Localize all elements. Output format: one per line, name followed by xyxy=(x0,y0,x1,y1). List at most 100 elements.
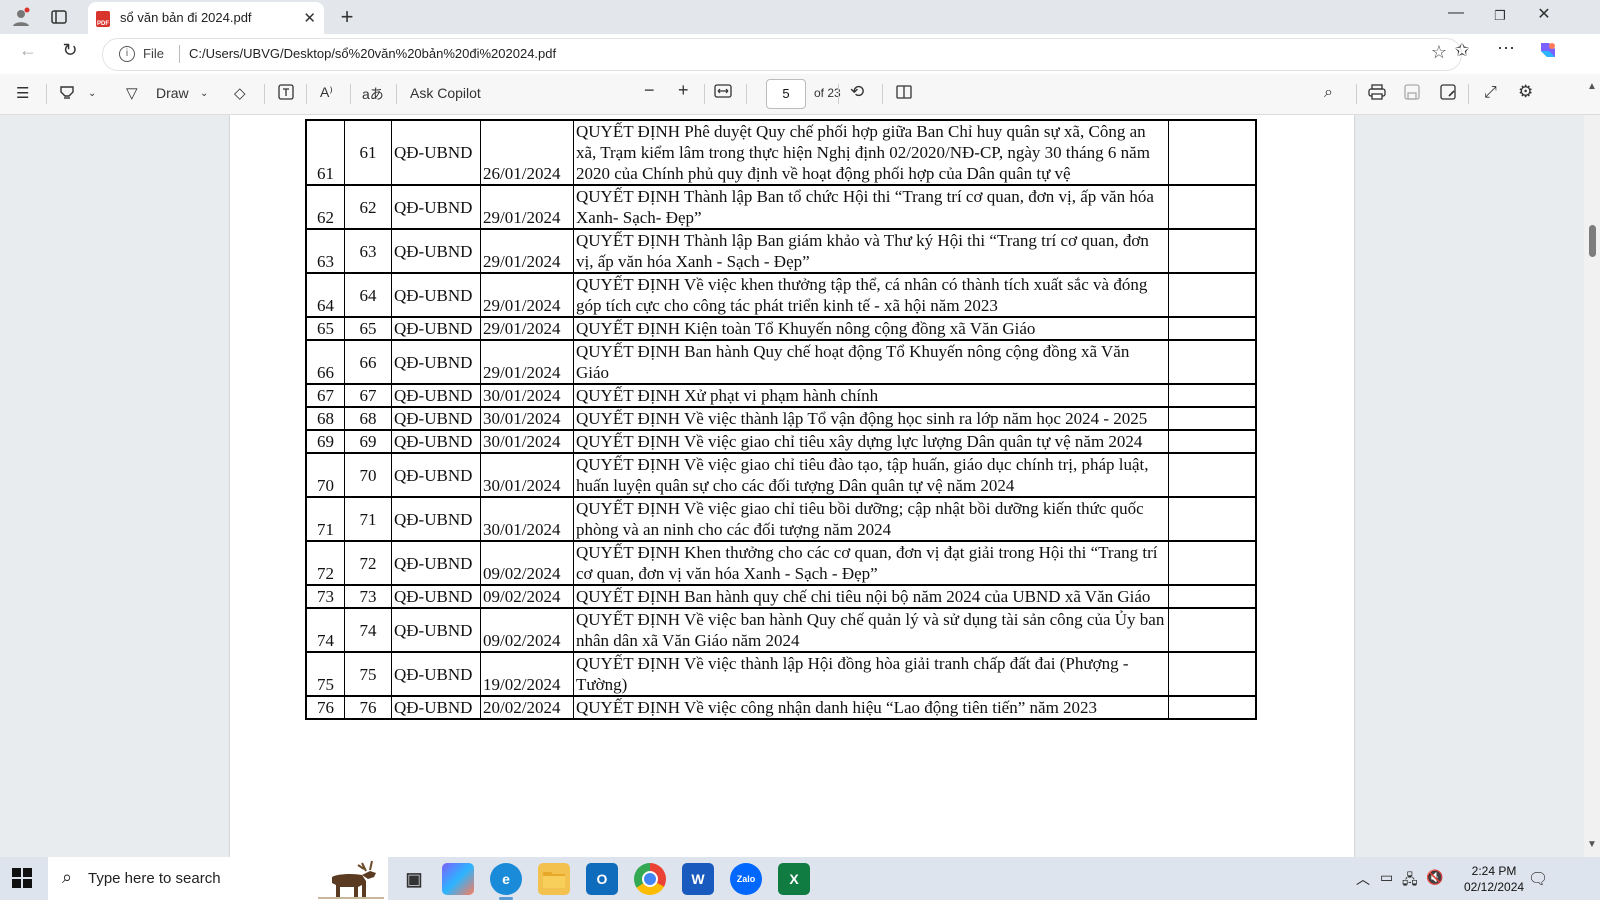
edge-app-icon[interactable]: e xyxy=(490,863,522,895)
save-icon[interactable] xyxy=(1404,84,1420,104)
document-date: 09/02/2024 xyxy=(480,540,574,586)
document-summary: QUYẾT ĐỊNH Ban hành quy chế chi tiêu nội… xyxy=(573,584,1169,609)
contents-list-icon[interactable]: ☰ xyxy=(16,84,29,102)
notes-cell xyxy=(1168,316,1257,341)
table-row: 72 72 QĐ-UBND 09/02/2024 QUYẾT ĐỊNH Khen thư… xyxy=(305,540,1257,586)
zoom-out-icon[interactable]: − xyxy=(644,80,655,101)
row-index: 63 xyxy=(305,228,345,274)
pdf-viewer[interactable]: 61 61 QĐ-UBND 26/01/2024 QUYẾT ĐỊNH Phê duyệ… xyxy=(0,115,1584,857)
new-tab-button[interactable]: + xyxy=(334,4,360,30)
favorites-icon[interactable]: ✩ xyxy=(1448,40,1476,61)
copilot-icon[interactable] xyxy=(1534,39,1562,66)
page-number-input[interactable]: 5 xyxy=(766,79,806,109)
volume-muted-icon[interactable]: 🔇 xyxy=(1426,869,1443,886)
notes-cell xyxy=(1168,119,1257,186)
title-bar: PDF sổ văn bản đi 2024.pdf ✕ + — ❐ ✕ xyxy=(0,0,1600,34)
vertical-scrollbar[interactable]: ▲ ▼ xyxy=(1584,81,1600,857)
taskbar: ⌕ Type here to search ▣ e O W Zalo X ︿ ▭… xyxy=(0,857,1600,900)
notes-cell xyxy=(1168,406,1257,431)
notes-cell xyxy=(1168,452,1257,498)
favorite-star-icon[interactable]: ☆ xyxy=(1431,42,1447,63)
page-view-icon[interactable] xyxy=(896,84,912,104)
scrollbar-thumb[interactable] xyxy=(1589,225,1596,257)
url-text[interactable]: C:/Users/UBVG/Desktop/sổ%20văn%20bản%20đ… xyxy=(189,46,556,61)
table-row: 66 66 QĐ-UBND 29/01/2024 QUYẾT ĐỊNH Ban hành… xyxy=(305,339,1257,385)
show-hidden-icons-chevron-icon[interactable]: ︿ xyxy=(1356,869,1370,889)
draw-button[interactable]: Draw xyxy=(156,85,189,101)
translate-icon[interactable]: aあ xyxy=(362,84,384,104)
search-icon[interactable]: ⌕ xyxy=(1324,84,1333,102)
windows-start-icon[interactable] xyxy=(12,868,32,888)
file-explorer-icon[interactable] xyxy=(538,863,570,895)
document-number: 67 xyxy=(344,383,392,408)
table-row: 67 67 QĐ-UBND 30/01/2024 QUYẾT ĐỊNH Xử phạt … xyxy=(305,383,1257,408)
document-type: QĐ-UBND xyxy=(391,119,481,186)
network-icon[interactable]: 🖧 xyxy=(1402,869,1418,893)
tab-pdf[interactable]: PDF sổ văn bản đi 2024.pdf ✕ xyxy=(88,2,324,34)
search-placeholder: Type here to search xyxy=(88,870,221,887)
eraser-icon[interactable]: ◇ xyxy=(234,84,246,102)
document-type: QĐ-UBND xyxy=(391,695,481,720)
row-index: 61 xyxy=(305,119,345,186)
info-icon[interactable]: i xyxy=(119,46,135,62)
back-arrow-icon[interactable]: ← xyxy=(14,40,42,61)
document-date: 30/01/2024 xyxy=(480,406,574,431)
document-number: 73 xyxy=(344,584,392,609)
toolbar-divider xyxy=(746,84,747,104)
scroll-up-arrow-icon[interactable]: ▲ xyxy=(1587,81,1597,92)
row-index: 76 xyxy=(305,695,345,720)
address-bar[interactable]: i File C:/Users/UBVG/Desktop/sổ%20văn%20… xyxy=(102,38,1462,71)
table-row: 76 76 QĐ-UBND 20/02/2024 QUYẾT ĐỊNH Về việc … xyxy=(305,695,1257,720)
scroll-down-arrow-icon[interactable]: ▼ xyxy=(1587,839,1597,850)
print-icon[interactable] xyxy=(1368,84,1386,104)
rotate-icon[interactable]: ⟲ xyxy=(850,82,864,102)
document-number: 63 xyxy=(344,228,392,274)
toolbar-divider xyxy=(306,84,307,104)
system-clock[interactable]: 2:24 PM 02/12/2024 xyxy=(1464,863,1524,895)
ask-copilot-button[interactable]: Ask Copilot xyxy=(410,85,481,101)
highlight-dropdown-icon[interactable]: ⌄ xyxy=(88,88,96,99)
read-aloud-icon[interactable]: A⁾ xyxy=(320,84,333,101)
close-tab-icon[interactable]: ✕ xyxy=(303,9,316,27)
profile-icon[interactable] xyxy=(8,5,34,29)
draw-icon[interactable]: ▽ xyxy=(126,84,138,102)
taskbar-search-box[interactable]: ⌕ Type here to search xyxy=(48,857,388,900)
documents-table: 61 61 QĐ-UBND 26/01/2024 QUYẾT ĐỊNH Phê duyệ… xyxy=(305,119,1257,720)
row-index: 73 xyxy=(305,584,345,609)
document-number: 66 xyxy=(344,339,392,385)
settings-gear-icon[interactable]: ⚙ xyxy=(1518,82,1533,102)
toolbar-divider xyxy=(46,84,47,104)
document-date: 26/01/2024 xyxy=(480,119,574,186)
refresh-icon[interactable]: ↻ xyxy=(56,40,84,61)
excel-app-icon[interactable]: X xyxy=(778,863,810,895)
minimize-button[interactable]: — xyxy=(1436,4,1476,22)
save-as-icon[interactable] xyxy=(1440,84,1456,104)
document-number: 76 xyxy=(344,695,392,720)
close-window-button[interactable]: ✕ xyxy=(1524,4,1564,24)
zoom-in-icon[interactable]: + xyxy=(678,80,689,101)
restore-button[interactable]: ❐ xyxy=(1480,8,1520,24)
highlight-icon[interactable] xyxy=(58,84,76,104)
fit-width-icon[interactable] xyxy=(714,84,732,102)
text-box-icon[interactable] xyxy=(278,84,294,104)
task-view-icon[interactable]: ▣ xyxy=(398,863,430,895)
document-summary: QUYẾT ĐỊNH Khen thưởng cho các cơ quan, … xyxy=(573,540,1169,586)
table-row: 61 61 QĐ-UBND 26/01/2024 QUYẾT ĐỊNH Phê duyệ… xyxy=(305,119,1257,186)
device-icon[interactable]: ▭ xyxy=(1380,869,1393,886)
tab-actions-icon[interactable] xyxy=(46,5,72,29)
document-summary: QUYẾT ĐỊNH Ban hành Quy chế hoạt động Tổ… xyxy=(573,339,1169,385)
notifications-icon[interactable]: 🗨 xyxy=(1528,869,1548,889)
document-summary: QUYẾT ĐỊNH Về việc công nhận danh hiệu “… xyxy=(573,695,1169,720)
more-menu-icon[interactable]: ⋯ xyxy=(1492,38,1520,59)
draw-dropdown-icon[interactable]: ⌄ xyxy=(200,88,208,99)
document-date: 09/02/2024 xyxy=(480,584,574,609)
zalo-app-icon[interactable]: Zalo xyxy=(730,863,762,895)
document-summary: QUYẾT ĐỊNH Về việc thành lập Tổ vận động… xyxy=(573,406,1169,431)
word-app-icon[interactable]: W xyxy=(682,863,714,895)
expand-icon[interactable]: ⤢ xyxy=(1484,84,1497,102)
toolbar-divider xyxy=(1468,84,1469,104)
chrome-app-icon[interactable] xyxy=(634,863,666,895)
outlook-app-icon[interactable]: O xyxy=(586,863,618,895)
notes-cell xyxy=(1168,607,1257,653)
copilot-app-icon[interactable] xyxy=(442,863,474,895)
